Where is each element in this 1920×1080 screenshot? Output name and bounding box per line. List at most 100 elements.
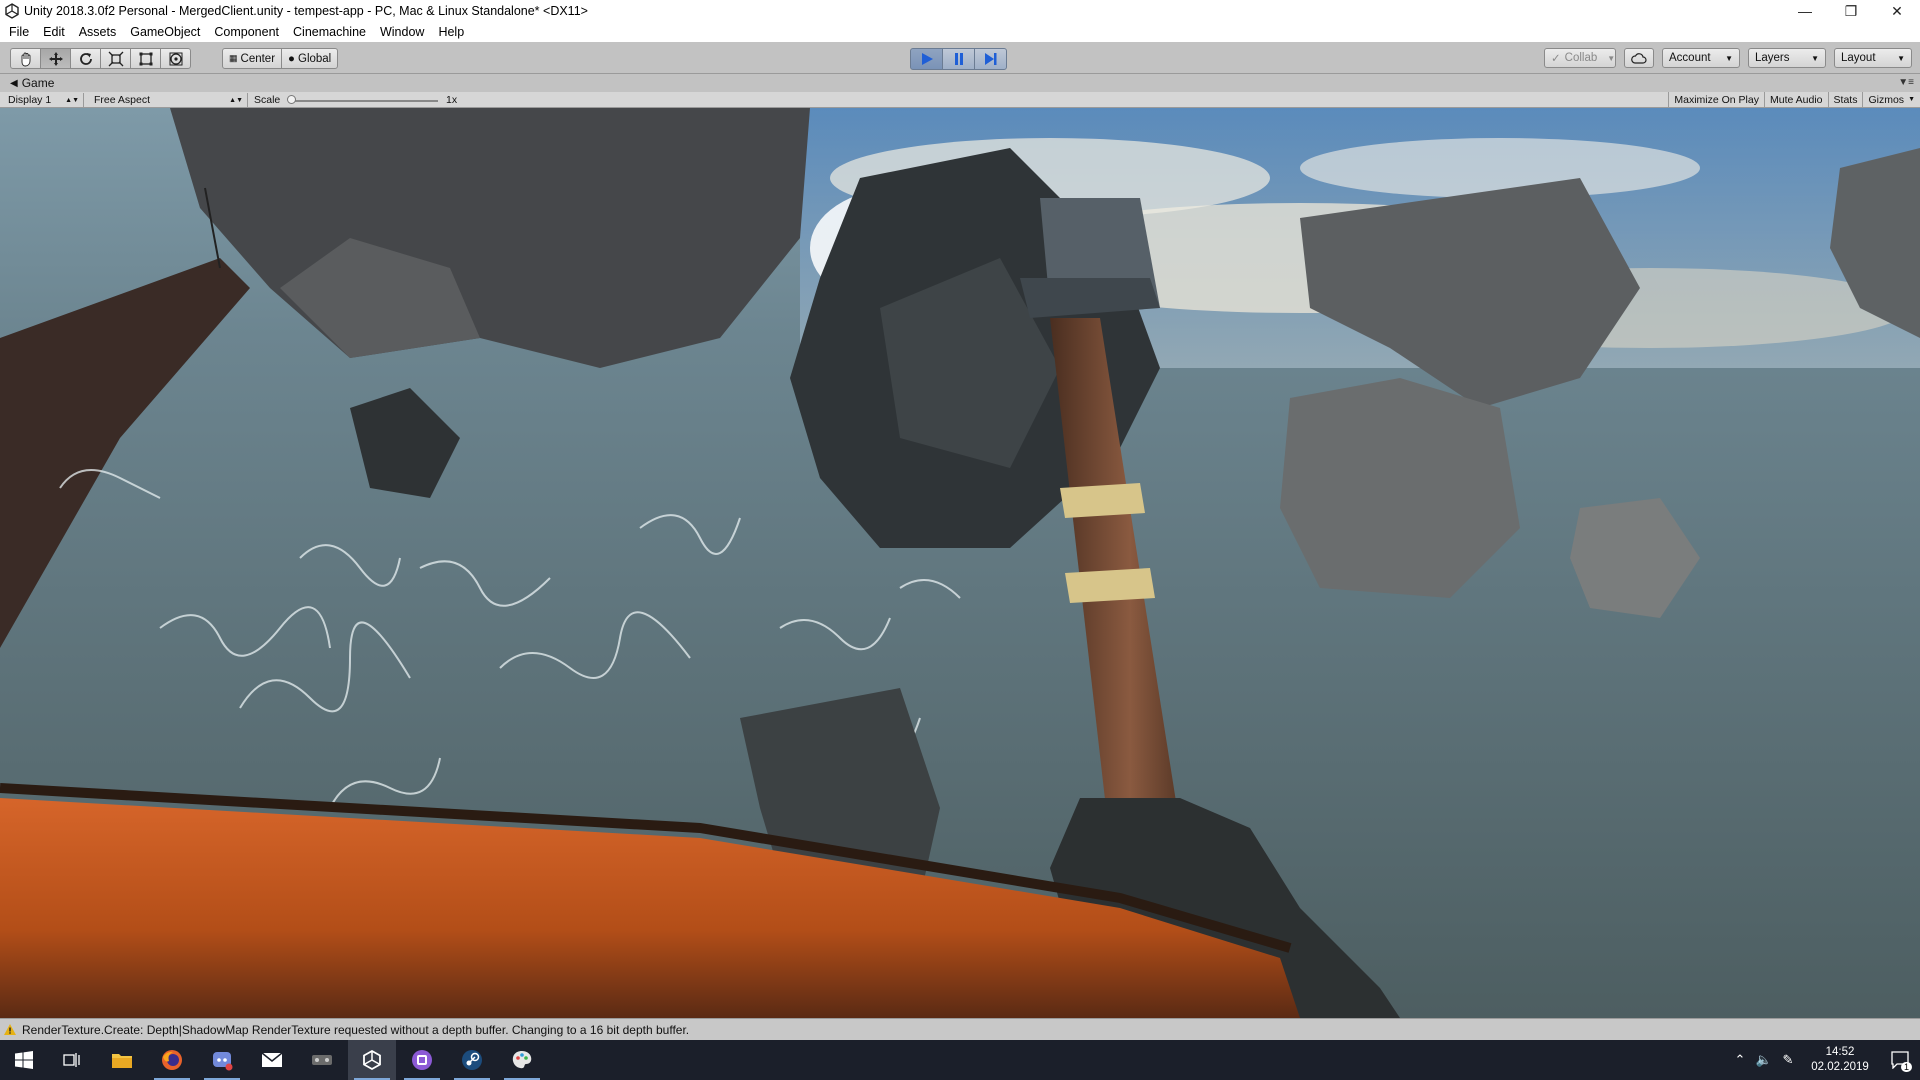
game-scene — [0, 108, 1920, 1018]
action-center-button[interactable]: 1 — [1880, 1051, 1920, 1072]
paint-icon[interactable] — [498, 1040, 546, 1080]
menu-window[interactable]: Window — [373, 25, 431, 39]
rect-tool-button[interactable] — [130, 48, 161, 69]
clock-date: 02.02.2019 — [1811, 1061, 1869, 1073]
console-status-bar[interactable]: RenderTexture.Create: Depth|ShadowMap Re… — [0, 1018, 1920, 1040]
minimize-icon[interactable]: — — [1782, 0, 1828, 22]
main-toolbar: ▦ Center ● Global ✓ Collab ▼ Account ▼ L… — [0, 42, 1920, 74]
layers-label: Layers — [1755, 52, 1790, 64]
aspect-dropdown[interactable]: Free Aspect ▲▼ — [86, 93, 248, 107]
mail-icon[interactable] — [248, 1040, 296, 1080]
layers-dropdown[interactable]: Layers ▼ — [1748, 48, 1826, 68]
game-tab-row: ◀ Game ▼≡ — [0, 74, 1920, 92]
task-view-icon[interactable] — [48, 1040, 96, 1080]
step-icon — [984, 53, 996, 65]
move-tool-button[interactable] — [40, 48, 71, 69]
step-button[interactable] — [974, 48, 1007, 70]
display-label: Display 1 — [8, 94, 52, 106]
collab-button[interactable]: ✓ Collab ▼ — [1544, 48, 1616, 68]
menu-cinemachine[interactable]: Cinemachine — [286, 25, 373, 39]
hand-tool-button[interactable] — [10, 48, 41, 69]
menu-edit[interactable]: Edit — [36, 25, 72, 39]
transform-tool-icon — [169, 52, 182, 65]
gizmos-dropdown[interactable]: Gizmos ▼ — [1862, 92, 1920, 107]
unity-logo-icon — [5, 3, 19, 19]
menu-bar: File Edit Assets GameObject Component Ci… — [0, 22, 1920, 42]
scale-value: 1x — [446, 94, 458, 106]
notification-count: 1 — [1900, 1062, 1912, 1072]
discord-icon[interactable] — [198, 1040, 246, 1080]
game-controller-icon: ◀ — [10, 77, 18, 89]
rotate-tool-button[interactable] — [70, 48, 101, 69]
scale-label: Scale — [254, 94, 281, 106]
twitch-icon[interactable] — [398, 1040, 446, 1080]
console-message: RenderTexture.Create: Depth|ShadowMap Re… — [22, 1022, 690, 1037]
menu-file[interactable]: File — [2, 25, 36, 39]
maximize-on-play-toggle[interactable]: Maximize On Play — [1668, 92, 1764, 107]
updown-caret-icon: ▲▼ — [65, 96, 79, 104]
display-dropdown[interactable]: Display 1 ▲▼ — [0, 93, 84, 107]
game-viewport[interactable] — [0, 108, 1920, 1018]
layout-dropdown[interactable]: Layout ▼ — [1834, 48, 1912, 68]
menu-gameobject[interactable]: GameObject — [123, 25, 207, 39]
updown-caret-icon: ▲▼ — [229, 96, 243, 104]
pivot-mode-button[interactable]: ▦ Center — [222, 48, 283, 69]
chevron-down-icon: ▼ — [1811, 53, 1819, 63]
volume-icon[interactable]: 🔈 — [1752, 1052, 1776, 1068]
close-icon[interactable]: ✕ — [1874, 0, 1920, 22]
chevron-down-icon: ▼ — [1908, 96, 1915, 103]
gizmos-label: Gizmos — [1868, 93, 1905, 106]
steam-icon[interactable] — [448, 1040, 496, 1080]
collab-label: Collab — [1564, 52, 1598, 64]
pivot-center-icon: ▦ — [229, 53, 238, 63]
file-explorer-icon[interactable] — [98, 1040, 146, 1080]
cloud-icon — [1631, 52, 1647, 64]
transform-tools — [10, 48, 191, 69]
pivot-mode-label: Center — [240, 52, 276, 65]
firefox-icon[interactable] — [148, 1040, 196, 1080]
globe-icon: ● — [288, 52, 295, 65]
window-title: Unity 2018.3.0f2 Personal - MergedClient… — [24, 4, 588, 18]
mute-audio-toggle[interactable]: Mute Audio — [1763, 92, 1828, 107]
system-tray: ⌃ 🔈 ✎ 14:52 02.02.2019 1 — [1728, 1040, 1920, 1080]
transform-tool-button[interactable] — [160, 48, 191, 69]
window-titlebar: Unity 2018.3.0f2 Personal - MergedClient… — [0, 0, 1920, 22]
tab-game-label: Game — [21, 76, 55, 90]
check-icon: ✓ — [1551, 53, 1561, 65]
hand-tool-icon — [21, 52, 30, 66]
toolbar-right: ✓ Collab ▼ Account ▼ Layers ▼ Layout ▼ — [1544, 48, 1912, 68]
tab-game[interactable]: ◀ Game — [0, 76, 54, 90]
taskbar-clock[interactable]: 14:52 02.02.2019 — [1800, 1045, 1880, 1075]
warning-icon — [4, 1024, 16, 1035]
play-controls — [910, 48, 1007, 70]
rotate-tool-icon — [79, 52, 92, 65]
windows-start-icon[interactable] — [0, 1040, 48, 1080]
stats-toggle[interactable]: Stats — [1827, 92, 1863, 107]
scale-tool-button[interactable] — [100, 48, 131, 69]
unity-icon[interactable] — [348, 1040, 396, 1080]
chevron-down-icon: ▼ — [1607, 53, 1616, 63]
windows-taskbar: ⌃ 🔈 ✎ 14:52 02.02.2019 1 — [0, 1040, 1920, 1080]
tab-menu-icon[interactable]: ▼≡ — [1898, 77, 1914, 88]
chevron-down-icon: ▼ — [1725, 53, 1733, 63]
move-tool-icon — [48, 51, 63, 66]
pen-icon[interactable]: ✎ — [1776, 1052, 1800, 1068]
pivot-controls: ▦ Center ● Global — [222, 48, 339, 69]
play-button[interactable] — [910, 48, 943, 70]
menu-help[interactable]: Help — [431, 25, 471, 39]
pivot-space-label: Global — [298, 52, 332, 65]
pause-icon — [954, 53, 963, 65]
cloud-button[interactable] — [1624, 48, 1654, 68]
pivot-space-button[interactable]: ● Global — [281, 48, 339, 69]
chevron-up-icon[interactable]: ⌃ — [1728, 1052, 1752, 1068]
restore-icon[interactable]: ❐ — [1828, 0, 1874, 22]
game-app-icon[interactable] — [298, 1040, 346, 1080]
account-dropdown[interactable]: Account ▼ — [1662, 48, 1740, 68]
pause-button[interactable] — [942, 48, 975, 70]
scale-slider-track[interactable] — [290, 100, 438, 102]
menu-assets[interactable]: Assets — [72, 25, 124, 39]
game-view-toolbar: Display 1 ▲▼ Free Aspect ▲▼ Scale 1x Max… — [0, 92, 1920, 108]
menu-component[interactable]: Component — [207, 25, 286, 39]
scale-slider-thumb[interactable] — [287, 95, 296, 104]
chevron-down-icon: ▼ — [1897, 53, 1905, 63]
